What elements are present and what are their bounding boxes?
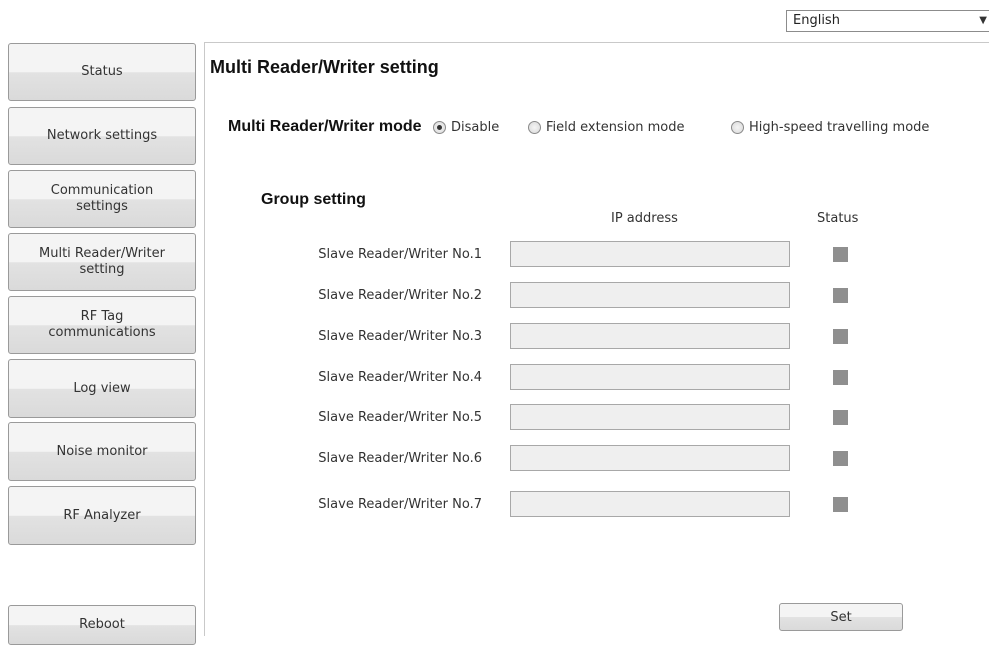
slave-ip-input-7[interactable] xyxy=(510,491,790,517)
slave-row-label: Slave Reader/Writer No.1 xyxy=(318,247,482,262)
sidebar-item-status[interactable]: Status xyxy=(8,43,196,101)
status-header: Status xyxy=(817,211,859,226)
radio-unchecked-icon xyxy=(731,121,744,134)
sidebar-item-label: Status xyxy=(81,64,123,79)
slave-status-indicator-4 xyxy=(833,370,848,385)
slave-ip-input-3[interactable] xyxy=(510,323,790,349)
sidebar-item-label: RF Analyzer xyxy=(63,507,141,523)
mode-label: Multi Reader/Writer mode xyxy=(228,118,422,135)
chevron-down-icon: ▼ xyxy=(979,15,987,26)
sidebar-item-log-view[interactable]: Log view xyxy=(8,359,196,418)
radio-checked-icon xyxy=(433,121,446,134)
slave-status-indicator-3 xyxy=(833,329,848,344)
radio-field-extension-mode[interactable]: Field extension mode xyxy=(528,120,685,135)
radio-disable-label: Disable xyxy=(451,120,500,135)
reboot-button-label: Reboot xyxy=(79,617,125,632)
sidebar-item-label: Multi Reader/Writer setting xyxy=(39,246,165,277)
slave-status-indicator-2 xyxy=(833,288,848,303)
language-select[interactable]: English ▼ xyxy=(786,10,989,32)
slave-ip-input-1[interactable] xyxy=(510,241,790,267)
set-button-label: Set xyxy=(830,609,852,625)
sidebar: Status Network settings Communication se… xyxy=(0,0,205,645)
group-setting-title: Group setting xyxy=(261,191,366,208)
slave-status-indicator-6 xyxy=(833,451,848,466)
slave-status-indicator-7 xyxy=(833,497,848,512)
radio-high-speed-label: High-speed travelling mode xyxy=(749,120,930,135)
radio-disable[interactable]: Disable xyxy=(433,120,499,135)
language-select-value: English xyxy=(793,13,840,28)
slave-row-label: Slave Reader/Writer No.7 xyxy=(318,497,482,512)
page-title: Multi Reader/Writer setting xyxy=(210,57,439,77)
sidebar-item-label: Log view xyxy=(73,380,131,396)
sidebar-item-multi-reader-writer-setting[interactable]: Multi Reader/Writer setting xyxy=(8,233,196,291)
content-divider-horizontal xyxy=(204,42,989,43)
slave-ip-input-6[interactable] xyxy=(510,445,790,471)
radio-high-speed-travelling-mode[interactable]: High-speed travelling mode xyxy=(731,120,929,135)
set-button[interactable]: Set xyxy=(779,603,903,631)
sidebar-item-noise-monitor[interactable]: Noise monitor xyxy=(8,422,196,481)
sidebar-item-communication-settings[interactable]: Communication settings xyxy=(8,170,196,228)
slave-ip-input-5[interactable] xyxy=(510,404,790,430)
slave-row-label: Slave Reader/Writer No.6 xyxy=(318,451,482,466)
sidebar-item-rf-tag-communications[interactable]: RF Tag communications xyxy=(8,296,196,354)
radio-unchecked-icon xyxy=(528,121,541,134)
slave-status-indicator-1 xyxy=(833,247,848,262)
reboot-button[interactable]: Reboot xyxy=(8,605,196,645)
sidebar-item-label: Communication settings xyxy=(50,183,154,214)
slave-row-label: Slave Reader/Writer No.3 xyxy=(318,329,482,344)
slave-row-label: Slave Reader/Writer No.2 xyxy=(318,288,482,303)
content-divider-vertical xyxy=(204,42,205,636)
ip-address-header: IP address xyxy=(611,211,678,226)
slave-row-label: Slave Reader/Writer No.4 xyxy=(318,370,482,385)
sidebar-item-rf-analyzer[interactable]: RF Analyzer xyxy=(8,486,196,545)
slave-status-indicator-5 xyxy=(833,410,848,425)
sidebar-item-label: Network settings xyxy=(46,128,158,143)
slave-row-label: Slave Reader/Writer No.5 xyxy=(318,410,482,425)
slave-ip-input-4[interactable] xyxy=(510,364,790,390)
radio-field-extension-label: Field extension mode xyxy=(546,120,685,135)
sidebar-item-label: RF Tag communications xyxy=(48,309,156,340)
sidebar-item-label: Noise monitor xyxy=(56,443,148,459)
slave-ip-input-2[interactable] xyxy=(510,282,790,308)
sidebar-item-network-settings[interactable]: Network settings xyxy=(8,107,196,165)
